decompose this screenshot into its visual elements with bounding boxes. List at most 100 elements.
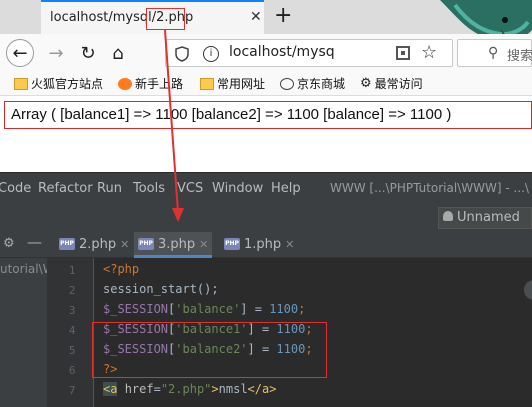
close-icon[interactable]: ✕ bbox=[250, 9, 262, 25]
reload-icon: ↻ bbox=[80, 42, 96, 64]
php-file-icon: PHP bbox=[224, 238, 240, 250]
arrow-left-icon: ← bbox=[12, 42, 28, 64]
code-line-2: session_start(); bbox=[103, 282, 219, 296]
tab-label: 1.php bbox=[244, 237, 282, 252]
menu-code[interactable]: Code bbox=[0, 181, 31, 196]
bookmark-label: 常用网址 bbox=[217, 77, 266, 91]
url-text[interactable]: localhost/mysq bbox=[229, 44, 335, 60]
globe-icon bbox=[280, 77, 294, 90]
php-file-icon: PHP bbox=[59, 238, 75, 250]
close-icon[interactable]: ✕ bbox=[120, 238, 129, 251]
home-icon: ⌂ bbox=[112, 42, 124, 64]
browser-tab-bar: localhost/mysql/2.php ✕ + bbox=[0, 0, 532, 68]
menu-tools[interactable]: Tools bbox=[133, 181, 165, 196]
ide-menu-bar: Code Refactor Run Tools VCS Window Help … bbox=[0, 172, 532, 204]
tab-title: localhost/mysql/2.php bbox=[50, 10, 194, 25]
menu-vcs[interactable]: VCS bbox=[177, 181, 203, 196]
gear-icon[interactable]: ⚙ bbox=[3, 236, 15, 251]
folder-icon bbox=[200, 77, 214, 90]
line-number: 7 bbox=[68, 384, 76, 397]
code-line-4: $_SESSION['balance1'] = 1100; bbox=[103, 322, 313, 336]
bookmark-label: 京东商城 bbox=[297, 77, 346, 91]
arrow-right-icon: → bbox=[48, 42, 64, 64]
tab-1-php[interactable]: PHP 1.php ✕ bbox=[220, 232, 298, 258]
code-number: 1100 bbox=[276, 342, 306, 356]
line-number: 1 bbox=[68, 264, 76, 277]
bookmark-label: 最常访问 bbox=[374, 77, 423, 91]
qr-code-icon[interactable] bbox=[396, 46, 410, 60]
code-line-3: $_SESSION['balance'] = 1100; bbox=[103, 302, 306, 316]
editor-tabs-bar: ⚙ — PHP 2.php ✕ PHP 3.php ✕ PHP 1.php ✕ bbox=[0, 232, 532, 258]
screenshot-root: localhost/mysql/2.php ✕ + ← → ↻ ⌂ i loca… bbox=[0, 0, 532, 407]
code-line-5: $_SESSION['balance2'] = 1100; bbox=[103, 342, 313, 356]
line-number: 2 bbox=[68, 284, 76, 297]
tab-2-php[interactable]: PHP 2.php ✕ bbox=[55, 232, 133, 258]
code-line-1: <?php bbox=[103, 262, 139, 276]
html-attribute: href bbox=[124, 382, 154, 396]
code-variable: $_SESSION bbox=[103, 302, 169, 316]
menu-window[interactable]: Window bbox=[212, 181, 263, 196]
php-close-tag: ?> bbox=[103, 362, 118, 376]
code-variable: $_SESSION bbox=[103, 342, 169, 356]
bookmark-label: 新手上路 bbox=[135, 77, 184, 91]
close-icon[interactable]: ✕ bbox=[285, 238, 294, 251]
bookmark-item[interactable]: ⚙ 最常访问 bbox=[360, 75, 423, 92]
line-number: 4 bbox=[68, 324, 76, 337]
code-number: 1100 bbox=[276, 322, 306, 336]
browser-tab[interactable]: localhost/mysql/2.php ✕ bbox=[41, 0, 264, 34]
reload-button[interactable]: ↻ bbox=[74, 39, 102, 67]
search-placeholder: 搜索 bbox=[507, 49, 532, 64]
search-box[interactable]: ⚲ 搜索 bbox=[457, 39, 532, 67]
ide-toolbar: Unnamed bbox=[0, 204, 532, 232]
menu-help[interactable]: Help bbox=[271, 181, 301, 196]
close-icon[interactable]: ✕ bbox=[199, 238, 208, 251]
gear-icon: ⚙ bbox=[360, 75, 372, 91]
bookmark-item[interactable]: 常用网址 bbox=[200, 75, 265, 92]
code-variable: $_SESSION bbox=[103, 322, 169, 336]
code-line-7: <a href="2.php">nmsl</a> bbox=[103, 382, 277, 396]
bookmark-item[interactable]: 火狐官方站点 bbox=[14, 75, 103, 92]
ide-window-title: WWW [...\PHPTutorial\WWW] - ...\ bbox=[330, 181, 529, 195]
inspection-indicator[interactable] bbox=[524, 280, 532, 300]
html-tag: <a bbox=[103, 382, 118, 396]
project-tool-window[interactable]: utorial\W bbox=[0, 258, 55, 407]
line-number-gutter: 1 2 3 4 5 6 7 bbox=[47, 258, 94, 407]
page-content: Array ( [balance1] => 1100 [balance2] =>… bbox=[0, 96, 532, 172]
code-line-6: ?> bbox=[103, 362, 117, 376]
new-tab-button[interactable]: + bbox=[274, 2, 292, 30]
link-text: nmsl bbox=[218, 382, 248, 396]
address-bar[interactable]: i localhost/mysq ☆ bbox=[165, 39, 453, 67]
code-string: 'balance2' bbox=[175, 342, 248, 356]
forward-button[interactable]: → bbox=[42, 39, 70, 67]
menu-run[interactable]: Run bbox=[97, 181, 122, 196]
menu-refactor[interactable]: Refactor bbox=[38, 181, 93, 196]
code-text: session_start(); bbox=[103, 282, 219, 296]
tab-label: 2.php bbox=[79, 237, 117, 252]
info-icon[interactable]: i bbox=[203, 46, 219, 62]
run-configuration-label: Unnamed bbox=[457, 210, 520, 225]
php-output-text: Array ( [balance1] => 1100 [balance2] =>… bbox=[4, 101, 532, 129]
code-string: 'balance1' bbox=[175, 322, 248, 336]
run-configuration-select[interactable]: Unnamed bbox=[438, 207, 532, 229]
search-icon: ⚲ bbox=[488, 45, 499, 61]
shield-icon bbox=[175, 46, 189, 62]
bookmark-item[interactable]: 新手上路 bbox=[118, 75, 183, 92]
user-icon bbox=[443, 211, 453, 221]
folder-icon bbox=[14, 77, 28, 90]
php-file-icon: PHP bbox=[138, 238, 154, 250]
back-button[interactable]: ← bbox=[6, 39, 34, 67]
line-number: 3 bbox=[68, 304, 76, 317]
code-string: 'balance' bbox=[175, 302, 241, 316]
tab-label: 3.php bbox=[158, 237, 196, 252]
code-editor[interactable]: <?php session_start(); $_SESSION['balanc… bbox=[94, 258, 532, 407]
bookmarks-toolbar: 火狐官方站点 新手上路 常用网址 京东商城 ⚙ 最常访问 bbox=[0, 72, 532, 96]
line-number: 6 bbox=[68, 364, 76, 377]
home-button[interactable]: ⌂ bbox=[104, 39, 132, 67]
firefox-icon bbox=[118, 77, 132, 90]
bookmark-star-icon[interactable]: ☆ bbox=[421, 42, 437, 63]
navigation-toolbar: ← → ↻ ⌂ i localhost/mysq ☆ ⚲ 搜索 bbox=[0, 34, 532, 72]
line-number: 5 bbox=[68, 344, 76, 357]
tab-3-php[interactable]: PHP 3.php ✕ bbox=[134, 232, 213, 258]
bookmark-item[interactable]: 京东商城 bbox=[280, 75, 345, 92]
minimize-icon[interactable]: — bbox=[27, 233, 42, 251]
